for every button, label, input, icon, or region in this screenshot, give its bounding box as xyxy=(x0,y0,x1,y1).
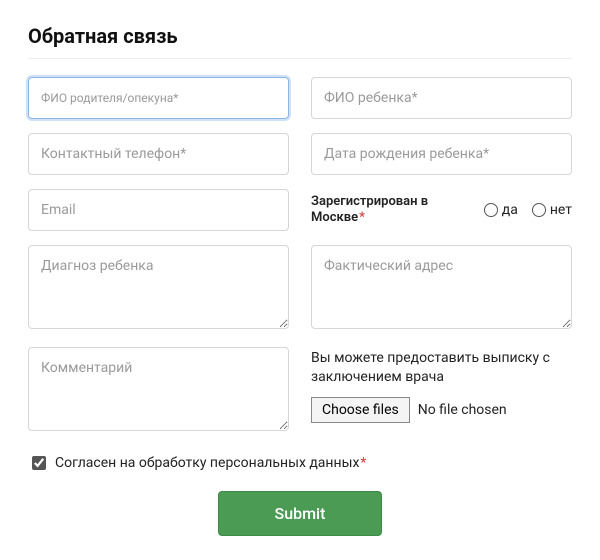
email-field xyxy=(28,189,289,231)
moscow-registration-row: Зарегистрирован в Москве да нет xyxy=(311,189,572,231)
comment-input[interactable] xyxy=(28,347,289,431)
moscow-registration-label: Зарегистрирован в Москве xyxy=(311,194,451,227)
email-input[interactable] xyxy=(28,189,289,231)
choose-files-button[interactable]: Choose files xyxy=(311,397,410,423)
parent-name-field xyxy=(28,77,289,119)
consent-label-text: Согласен на обработку персональных данны… xyxy=(55,455,359,471)
file-picker: Choose files No file chosen xyxy=(311,397,572,423)
moscow-no-label: нет xyxy=(550,202,572,218)
parent-name-input[interactable] xyxy=(28,77,289,119)
moscow-registration-options: да нет xyxy=(484,202,572,218)
file-status-text: No file chosen xyxy=(418,402,507,418)
feedback-form: Зарегистрирован в Москве да нет Вы может… xyxy=(28,77,572,435)
child-dob-input[interactable] xyxy=(311,133,572,175)
title-divider xyxy=(28,58,572,59)
child-dob-field xyxy=(311,133,572,175)
phone-field xyxy=(28,133,289,175)
consent-checkbox[interactable] xyxy=(32,456,46,470)
moscow-yes-radio[interactable] xyxy=(484,203,498,217)
child-name-field xyxy=(311,77,572,119)
submit-button[interactable]: Submit xyxy=(218,491,383,536)
phone-input[interactable] xyxy=(28,133,289,175)
required-marker xyxy=(359,455,366,471)
child-name-input[interactable] xyxy=(311,77,572,119)
page-title: Обратная связь xyxy=(28,24,572,48)
upload-block: Вы можете предоставить выписку с заключе… xyxy=(311,347,572,435)
address-field xyxy=(311,245,572,333)
moscow-registration-label-text: Зарегистрирован в Москве xyxy=(311,194,428,225)
required-marker xyxy=(358,210,365,225)
moscow-yes-option[interactable]: да xyxy=(484,202,518,218)
submit-wrap: Submit xyxy=(28,491,572,536)
diagnosis-field xyxy=(28,245,289,333)
upload-caption: Вы можете предоставить выписку с заключе… xyxy=(311,349,572,387)
consent-label: Согласен на обработку персональных данны… xyxy=(55,455,366,471)
diagnosis-input[interactable] xyxy=(28,245,289,329)
moscow-no-radio[interactable] xyxy=(532,203,546,217)
moscow-yes-label: да xyxy=(502,202,518,218)
comment-field xyxy=(28,347,289,435)
address-input[interactable] xyxy=(311,245,572,329)
moscow-no-option[interactable]: нет xyxy=(532,202,572,218)
consent-row: Согласен на обработку персональных данны… xyxy=(28,453,572,473)
